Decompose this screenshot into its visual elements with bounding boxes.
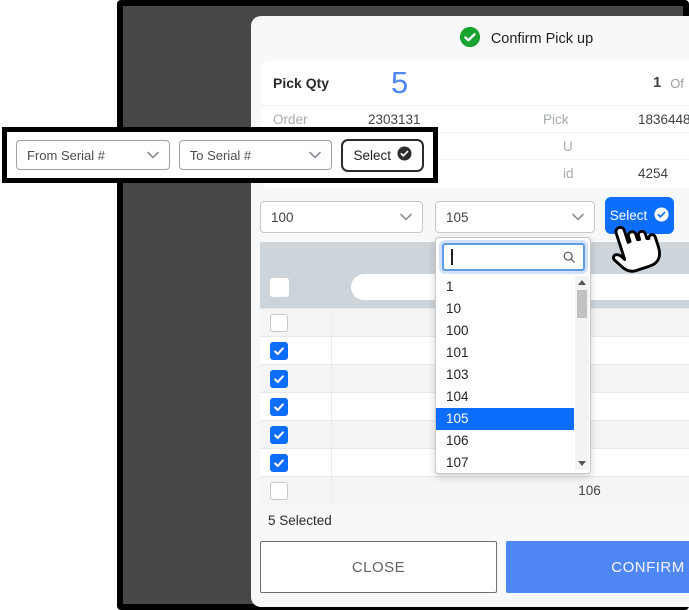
table-row: 106 [260,476,689,504]
search-icon [562,250,576,264]
chevron-down-icon [572,213,584,221]
pagination: 1 Of 1 [653,69,689,97]
pick-qty-row: Pick Qty 5 1 Of 1 [261,61,689,106]
from-serial-select[interactable]: 100 [260,201,423,233]
select-all-checkbox[interactable] [270,278,289,297]
dropdown-search-box[interactable] [442,243,585,271]
modal-header: Confirm Pick up [251,16,689,62]
chevron-down-icon [400,213,412,221]
dropdown-option[interactable]: 10 [436,298,574,320]
sku-label-partial: U [543,139,638,154]
pick-value: 1836448 [638,112,689,127]
dropdown-option[interactable]: 1 [436,276,574,298]
callout-select-button[interactable]: Select [341,139,424,172]
to-serial-value: 105 [446,210,469,225]
to-serial-placeholder: To Serial # [190,148,251,163]
to-serial-select[interactable]: 105 [435,201,595,233]
dropdown-option[interactable]: 106 [436,430,574,452]
dropdown-options: 1 10 100 101 103 104 105 106 107 [436,276,574,474]
pick-qty-label: Pick Qty [273,75,329,91]
row-checkbox[interactable] [270,370,288,388]
dropdown-option[interactable]: 103 [436,364,574,386]
page-of-label: Of [670,76,684,91]
page: Confirm Pick up Pick Qty 5 1 Of 1 [0,0,689,610]
id-value: 4254 [638,166,689,181]
row-checkbox[interactable] [270,398,288,416]
row-checkbox[interactable] [270,314,288,332]
check-circle-icon [397,146,412,164]
from-serial-value: 100 [271,210,294,225]
serial-dropdown-panel: 1 10 100 101 103 104 105 106 107 [435,237,591,474]
text-caret [451,249,453,265]
scroll-up-icon[interactable] [578,280,586,285]
id-label-partial: id [543,166,638,181]
confirm-pickup-modal: Confirm Pick up Pick Qty 5 1 Of 1 [251,16,689,607]
page-number: 1 [653,75,661,91]
dropdown-option[interactable]: 107 [436,452,574,474]
chevron-down-icon [309,151,321,159]
order-label: Order [273,112,368,127]
success-check-icon [459,26,481,53]
selected-count-text: 5 Selected [268,513,332,528]
row-value: 106 [332,483,689,498]
callout-select-label: Select [353,148,391,163]
row-checkbox[interactable] [270,426,288,444]
confirm-button[interactable]: CONFIRM [506,541,689,593]
backdrop-frame: Confirm Pick up Pick Qty 5 1 Of 1 [117,0,689,610]
from-serial-placeholder: From Serial # [27,148,105,163]
check-circle-icon [654,207,669,225]
scrollbar-thumb[interactable] [577,290,587,318]
row-checkbox[interactable] [270,482,288,500]
scroll-down-icon[interactable] [578,461,586,466]
dropdown-option-selected[interactable]: 105 [436,408,574,430]
pick-qty-value: 5 [391,65,408,101]
chevron-down-icon [147,151,159,159]
order-value: 2303131 [368,112,543,127]
dropdown-option[interactable]: 100 [436,320,574,342]
dropdown-option[interactable]: 104 [436,386,574,408]
close-button[interactable]: CLOSE [260,541,497,593]
serial-range-callout: From Serial # To Serial # Select [2,127,438,183]
row-checkbox[interactable] [270,342,288,360]
dropdown-scrollbar[interactable] [575,276,589,470]
modal-title: Confirm Pick up [491,31,593,47]
row-checkbox[interactable] [270,454,288,472]
to-serial-dropdown[interactable]: To Serial # [179,140,333,170]
dropdown-option[interactable]: 101 [436,342,574,364]
from-serial-dropdown[interactable]: From Serial # [16,140,170,170]
pick-label: Pick [543,112,638,127]
